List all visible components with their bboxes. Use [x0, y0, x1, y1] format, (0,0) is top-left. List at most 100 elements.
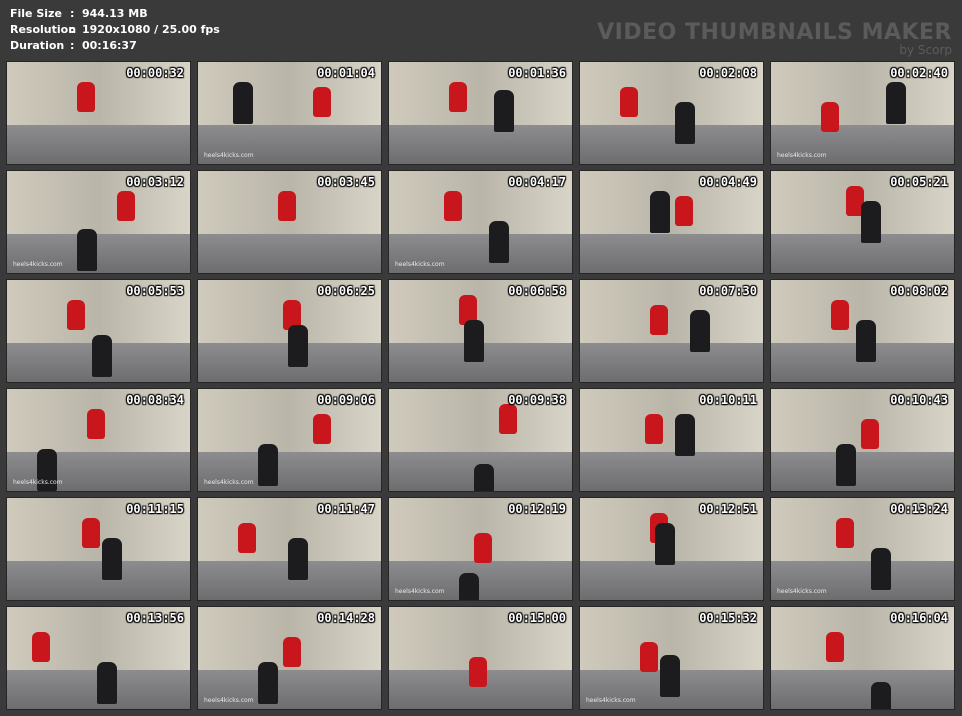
figure-dark	[489, 221, 509, 263]
thumbnail-timestamp: 00:02:08	[699, 66, 757, 80]
thumbnail-timestamp: 00:07:30	[699, 284, 757, 298]
video-thumbnail: 00:16:04	[770, 606, 955, 710]
figure-red	[499, 404, 517, 434]
thumbnail-timestamp: 00:10:11	[699, 393, 757, 407]
video-thumbnail: 00:13:56	[6, 606, 191, 710]
resolution-separator: :	[70, 23, 75, 36]
video-thumbnail: 00:15:32 heels4kicks.com	[579, 606, 764, 710]
figure-red	[640, 642, 658, 672]
thumbnail-timestamp: 00:11:47	[317, 502, 375, 516]
video-thumbnail: 00:06:58	[388, 279, 573, 383]
figure-dark	[675, 414, 695, 456]
figure-dark	[655, 523, 675, 565]
video-thumbnail: 00:01:04 heels4kicks.com	[197, 61, 382, 165]
thumbnail-timestamp: 00:12:19	[508, 502, 566, 516]
thumbnail-timestamp: 00:04:17	[508, 175, 566, 189]
figure-dark	[474, 464, 494, 491]
thumbnail-timestamp: 00:10:43	[890, 393, 948, 407]
scene-floor	[198, 234, 381, 273]
figure-red	[821, 102, 839, 132]
thumbnail-watermark: heels4kicks.com	[204, 152, 254, 159]
thumbnail-timestamp: 00:11:15	[126, 502, 184, 516]
figure-red	[861, 419, 879, 449]
figure-red	[238, 523, 256, 553]
thumbnail-timestamp: 00:14:28	[317, 611, 375, 625]
thumbnail-timestamp: 00:04:49	[699, 175, 757, 189]
video-thumbnail: 00:08:34 heels4kicks.com	[6, 388, 191, 492]
scene-floor	[7, 561, 190, 600]
figure-dark	[288, 538, 308, 580]
figure-dark	[886, 82, 906, 124]
thumbnail-timestamp: 00:01:04	[317, 66, 375, 80]
video-thumbnail: 00:03:12 heels4kicks.com	[6, 170, 191, 274]
video-thumbnail: 00:03:45	[197, 170, 382, 274]
brand-title: VIDEO THUMBNAILS MAKER	[597, 20, 952, 45]
thumbnail-timestamp: 00:09:06	[317, 393, 375, 407]
scene-floor	[580, 125, 763, 164]
video-thumbnail: 00:09:38	[388, 388, 573, 492]
figure-dark	[871, 682, 891, 709]
video-thumbnail: 00:04:49	[579, 170, 764, 274]
thumbnail-timestamp: 00:16:04	[890, 611, 948, 625]
thumbnail-timestamp: 00:13:56	[126, 611, 184, 625]
thumbnail-timestamp: 00:12:51	[699, 502, 757, 516]
figure-red	[283, 637, 301, 667]
thumbnail-watermark: heels4kicks.com	[204, 479, 254, 486]
figure-dark	[233, 82, 253, 124]
video-thumbnail: 00:10:11	[579, 388, 764, 492]
scene-floor	[771, 670, 954, 709]
thumbnail-timestamp: 00:06:58	[508, 284, 566, 298]
figure-red	[675, 196, 693, 226]
brand-logo: VIDEO THUMBNAILS MAKER by Scorp	[597, 20, 952, 57]
figure-red	[831, 300, 849, 330]
video-thumbnail: 00:05:21	[770, 170, 955, 274]
figure-dark	[861, 201, 881, 243]
figure-red	[474, 533, 492, 563]
figure-red	[117, 191, 135, 221]
video-thumbnail: 00:08:02	[770, 279, 955, 383]
figure-dark	[77, 229, 97, 271]
figure-dark	[871, 548, 891, 590]
thumbnail-timestamp: 00:01:36	[508, 66, 566, 80]
thumbnail-grid: 00:00:32 00:01:04 heels4kicks.com 00:01:36 0…	[6, 61, 955, 710]
figure-red	[620, 87, 638, 117]
video-thumbnail: 00:01:36	[388, 61, 573, 165]
thumbnail-timestamp: 00:05:21	[890, 175, 948, 189]
thumbnail-watermark: heels4kicks.com	[395, 588, 445, 595]
figure-dark	[258, 662, 278, 704]
file-info-panel: File Size : 944.13 MB Resolution : 1920x…	[10, 6, 220, 54]
figure-dark	[92, 335, 112, 377]
brand-subtitle: by Scorp	[899, 43, 952, 57]
thumbnail-timestamp: 00:05:53	[126, 284, 184, 298]
figure-red	[278, 191, 296, 221]
video-thumbnail: 00:13:24 heels4kicks.com	[770, 497, 955, 601]
thumbnail-timestamp: 00:03:45	[317, 175, 375, 189]
video-thumbnail: 00:09:06 heels4kicks.com	[197, 388, 382, 492]
figure-dark	[836, 444, 856, 486]
scene-floor	[580, 234, 763, 273]
figure-dark	[464, 320, 484, 362]
file-size-label: File Size	[10, 7, 62, 20]
figure-red	[313, 87, 331, 117]
figure-red	[32, 632, 50, 662]
video-thumbnail: 00:12:19 heels4kicks.com	[388, 497, 573, 601]
figure-red	[836, 518, 854, 548]
figure-dark	[690, 310, 710, 352]
figure-dark	[288, 325, 308, 367]
duration-separator: :	[70, 39, 75, 52]
figure-red	[650, 305, 668, 335]
figure-dark	[459, 573, 479, 600]
figure-dark	[856, 320, 876, 362]
thumbnail-watermark: heels4kicks.com	[586, 697, 636, 704]
resolution-label: Resolution	[10, 23, 77, 36]
thumbnail-timestamp: 00:08:34	[126, 393, 184, 407]
video-thumbnail: 00:11:15	[6, 497, 191, 601]
figure-red	[469, 657, 487, 687]
thumbnail-timestamp: 00:08:02	[890, 284, 948, 298]
duration-row: Duration : 00:16:37	[10, 38, 220, 54]
file-size-value: 944.13 MB	[82, 7, 148, 20]
scene-floor	[580, 343, 763, 382]
figure-red	[313, 414, 331, 444]
video-thumbnail: 00:06:25	[197, 279, 382, 383]
figure-dark	[660, 655, 680, 697]
